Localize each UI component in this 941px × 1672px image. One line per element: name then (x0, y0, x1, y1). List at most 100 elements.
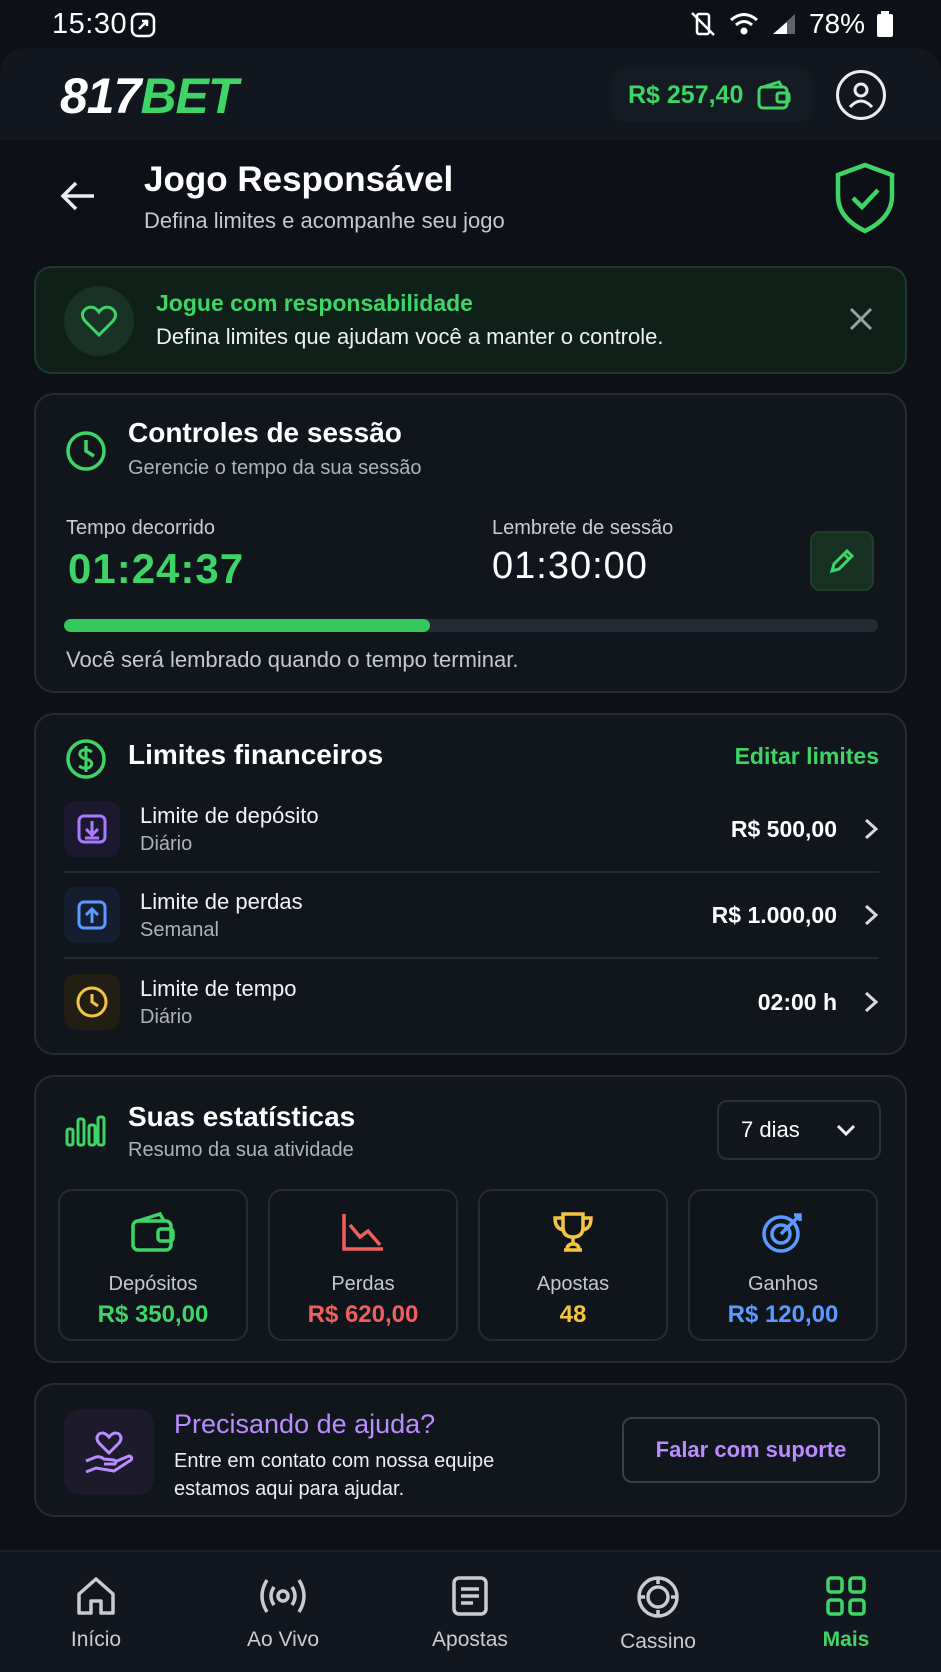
target-icon (760, 1211, 806, 1253)
stat-label: Depósitos (108, 1273, 198, 1295)
user-icon (845, 79, 877, 111)
session-progress-fill (64, 619, 431, 632)
bets-icon (448, 1574, 492, 1618)
nav-label: Apostas (432, 1628, 508, 1651)
session-controls-card: Controles de sessão Gerencie o tempo da … (34, 393, 907, 693)
bar-chart-icon (64, 1113, 106, 1147)
balance-amount: R$ 257,40 (628, 80, 744, 109)
help-card: Precisando de ajuda? Entre em contato co… (34, 1383, 907, 1517)
nav-label: Cassino (620, 1630, 696, 1653)
chevron-right-icon (863, 817, 879, 841)
nav-label: Início (70, 1628, 122, 1651)
casino-icon (635, 1574, 681, 1620)
status-icons: 78% (689, 8, 893, 40)
shield-check-icon (834, 162, 896, 234)
status-bar: 15:30 78% (0, 0, 941, 48)
limit-value: R$ 500,00 (730, 815, 837, 842)
stats-title: Suas estatísticas (128, 1101, 356, 1132)
session-subtitle: Gerencie o tempo da sua sessão (128, 457, 422, 479)
page-subtitle: Defina limites e acompanhe seu jogo (144, 208, 505, 233)
help-icon-wrap (64, 1409, 154, 1495)
chevron-right-icon (863, 903, 879, 927)
session-progress-bar (64, 619, 878, 632)
nav-item-apostas[interactable]: Apostas (400, 1574, 540, 1652)
stat-deposits[interactable]: Depósitos R$ 350,00 (58, 1189, 248, 1341)
chevron-down-icon (835, 1123, 857, 1137)
limit-row-deposit[interactable]: Limite de depósito Diário R$ 500,00 (64, 787, 879, 873)
signal-icon (771, 12, 797, 36)
contact-support-button[interactable]: Falar com suporte (622, 1417, 880, 1483)
battery-text: 78% (808, 8, 865, 39)
limit-badge (64, 801, 120, 857)
banner-icon-wrap (64, 286, 134, 356)
period-dropdown[interactable]: 7 dias (717, 1100, 881, 1160)
stat-label: Ganhos (747, 1273, 819, 1295)
stat-winnings[interactable]: Ganhos R$ 120,00 (688, 1189, 878, 1341)
financial-limits-card: Limites financeiros Editar limites Limit… (34, 713, 907, 1055)
limit-name: Limite de perdas (140, 888, 303, 914)
responsible-banner: Jogue com responsabilidade Defina limite… (34, 266, 907, 374)
stat-value: R$ 620,00 (307, 1301, 419, 1328)
trend-down-icon (340, 1211, 386, 1253)
live-icon (258, 1574, 308, 1618)
stat-label: Apostas (536, 1273, 610, 1295)
chevron-right-icon (863, 990, 879, 1014)
limit-row-time[interactable]: Limite de tempo Diário 02:00 h (64, 959, 879, 1045)
limit-period: Diário (140, 832, 193, 855)
stat-bets[interactable]: Apostas 48 (478, 1189, 668, 1341)
elapsed-label: Tempo decorrido (66, 517, 215, 539)
wallet-icon (130, 1211, 176, 1253)
banner-title: Jogue com responsabilidade (156, 290, 473, 316)
nav-item-cassino[interactable]: Cassino (588, 1574, 728, 1654)
nav-item-mais[interactable]: Mais (776, 1574, 916, 1652)
status-time: 15:30 (52, 8, 128, 40)
page-title: Jogo Responsável (144, 160, 454, 199)
edit-limits-link[interactable]: Editar limites (735, 743, 879, 770)
stat-label: Perdas (331, 1273, 395, 1295)
stat-losses[interactable]: Perdas R$ 620,00 (268, 1189, 458, 1341)
help-title: Precisando de ajuda? (174, 1409, 436, 1439)
upload-icon (76, 899, 108, 931)
grid-icon (824, 1574, 868, 1618)
stat-value: 48 (559, 1301, 587, 1328)
limit-name: Limite de tempo (140, 975, 297, 1001)
home-icon (74, 1574, 118, 1618)
limit-badge (64, 887, 120, 943)
bottom-navigation: Início Ao Vivo Apostas Cassino Mais (0, 1550, 941, 1672)
profile-button[interactable] (836, 70, 886, 120)
wifi-icon (729, 11, 759, 37)
session-title: Controles de sessão (128, 417, 402, 448)
balance-chip[interactable]: R$ 257,40 (612, 68, 812, 122)
dollar-icon (64, 737, 108, 781)
clock-icon (75, 985, 109, 1019)
stat-value: R$ 120,00 (727, 1301, 839, 1328)
heart-icon (81, 305, 117, 337)
limit-row-losses[interactable]: Limite de perdas Semanal R$ 1.000,00 (64, 873, 879, 959)
clock-icon (64, 429, 108, 473)
limit-badge (64, 974, 120, 1030)
battery-icon (877, 11, 893, 37)
close-icon[interactable] (848, 306, 874, 332)
back-button[interactable] (60, 180, 96, 212)
vibrate-off-icon (689, 10, 717, 38)
edit-reminder-button[interactable] (810, 531, 874, 591)
limit-value: 02:00 h (757, 988, 837, 1015)
screen-record-icon (130, 12, 156, 38)
brand-logo[interactable]: 817BET (60, 70, 238, 122)
arrow-left-icon (60, 180, 96, 212)
reminder-value: 01:30:00 (492, 545, 648, 587)
nav-label: Ao Vivo (247, 1628, 319, 1651)
limit-value: R$ 1.000,00 (711, 901, 837, 928)
nav-label: Mais (822, 1628, 870, 1651)
help-text: Entre em contato com nossa equipe estamo… (174, 1450, 495, 1500)
limit-period: Semanal (140, 918, 219, 941)
wallet-icon (757, 80, 791, 110)
elapsed-value: 01:24:37 (68, 545, 245, 592)
banner-text: Defina limites que ajudam você a manter … (156, 324, 664, 349)
stats-subtitle: Resumo da sua atividade (128, 1139, 354, 1161)
nav-item-ao-vivo[interactable]: Ao Vivo (213, 1574, 353, 1652)
app-header: 817BET R$ 257,40 (0, 48, 941, 140)
trophy-icon (550, 1211, 596, 1253)
nav-item-inicio[interactable]: Início (26, 1574, 166, 1652)
dropdown-label: 7 dias (741, 1117, 800, 1142)
